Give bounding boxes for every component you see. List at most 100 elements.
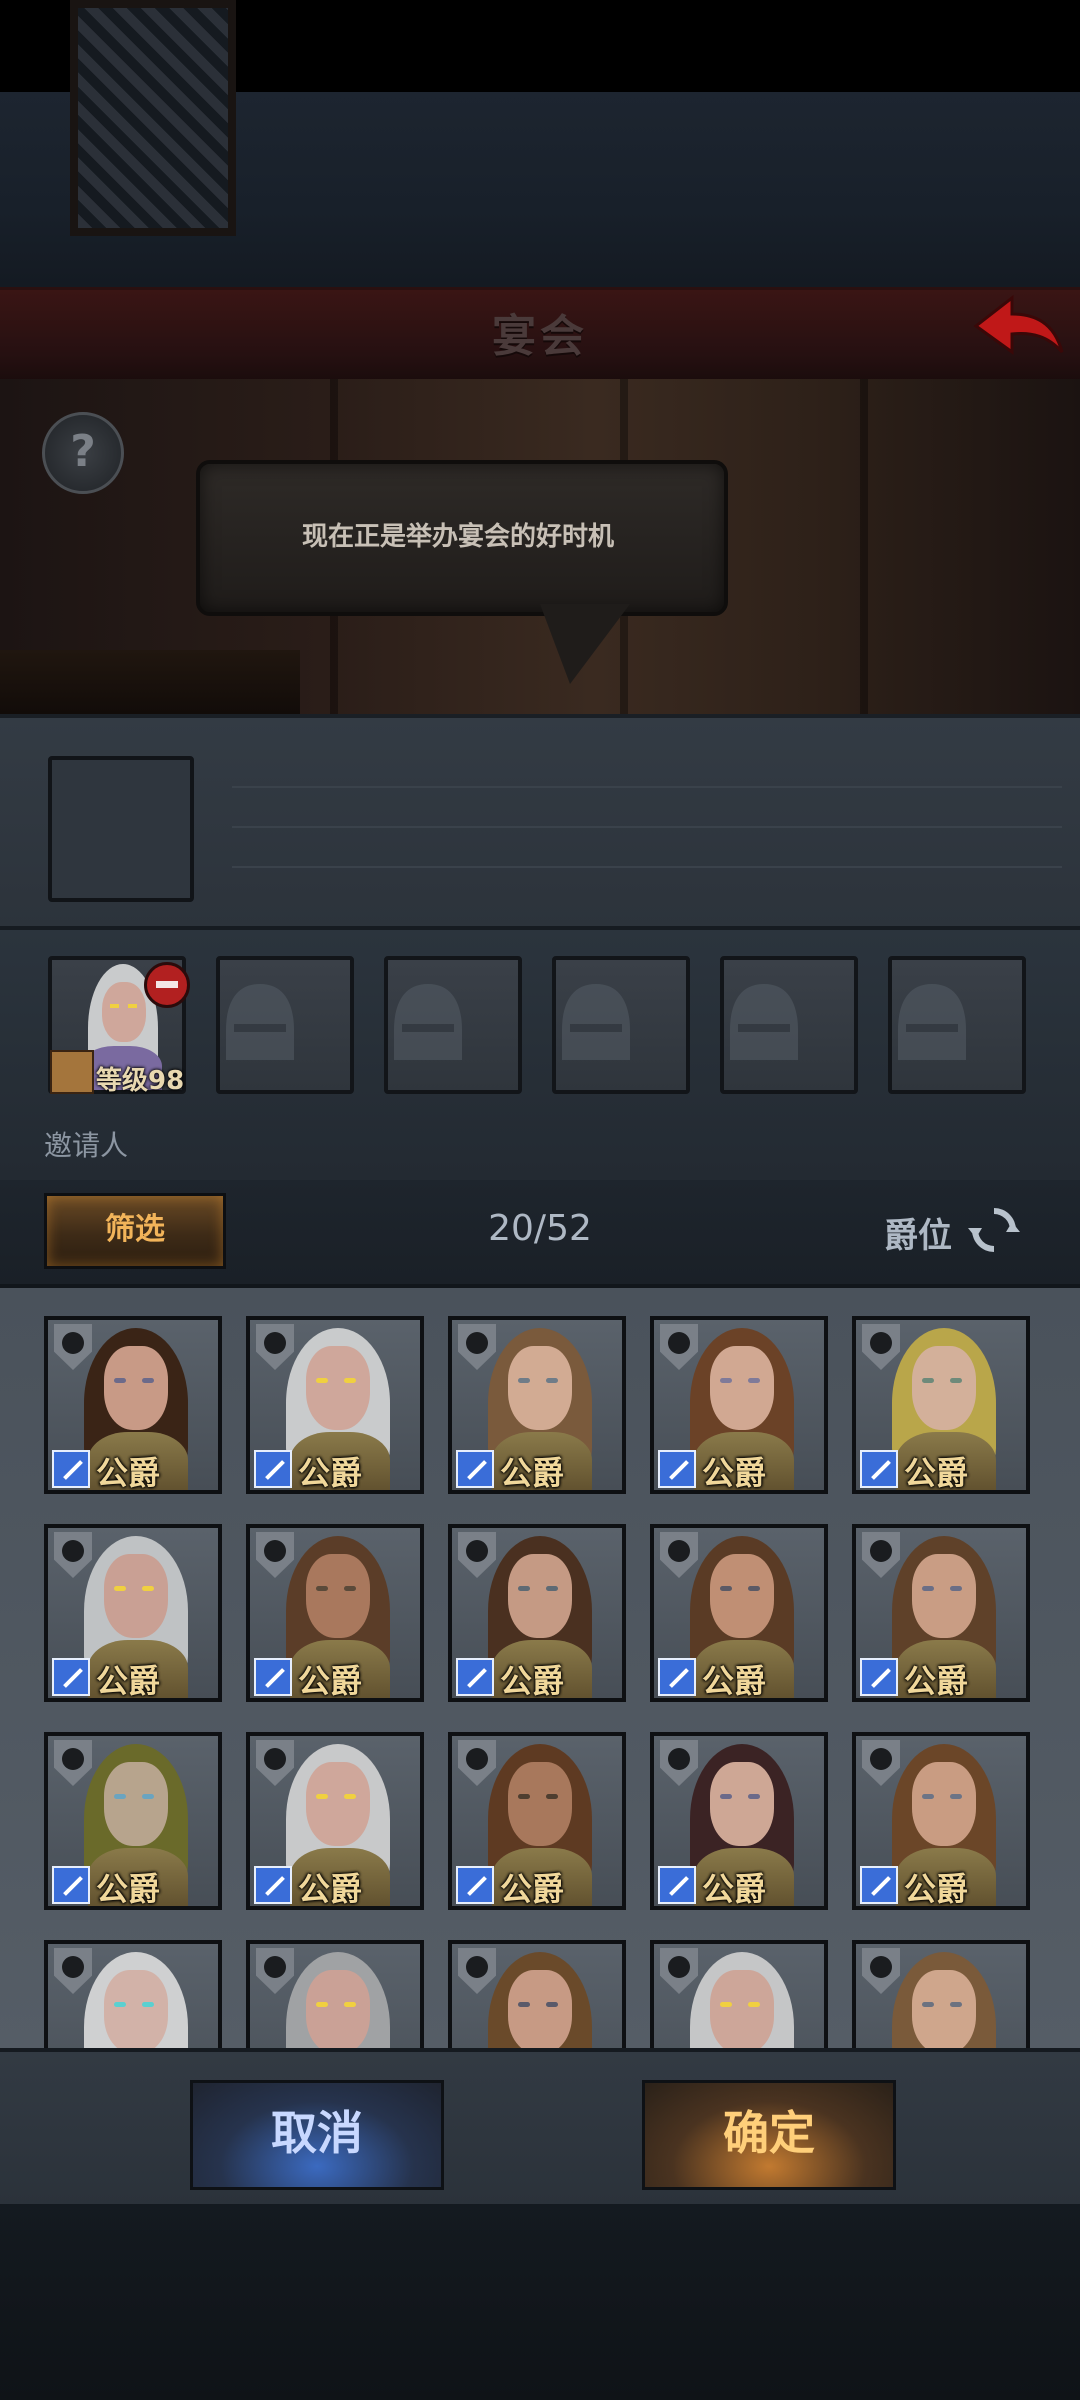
portrait-face <box>306 1554 370 1638</box>
portrait-eye <box>748 1378 760 1383</box>
character-card[interactable]: 公爵 <box>650 1732 828 1910</box>
portrait-eye <box>518 1586 530 1591</box>
portrait-face <box>710 1554 774 1638</box>
portrait-eye <box>546 1586 558 1591</box>
portrait-eye <box>518 1794 530 1799</box>
sword-icon <box>658 1866 696 1904</box>
footer-background <box>0 2204 1080 2400</box>
sun-crest-icon <box>54 1532 92 1578</box>
character-card[interactable]: 公爵 <box>448 1316 626 1494</box>
sun-crest-icon <box>54 1324 92 1370</box>
sword-icon <box>456 1658 494 1696</box>
sword-icon <box>456 1866 494 1904</box>
character-card[interactable] <box>852 1940 1030 2048</box>
portrait-eye <box>344 2002 356 2007</box>
banquet-item-slot[interactable] <box>48 756 194 902</box>
sword-icon <box>52 1658 90 1696</box>
filter-button[interactable]: 筛选 <box>44 1193 226 1269</box>
character-card[interactable] <box>44 1940 222 2048</box>
character-card[interactable]: 公爵 <box>448 1524 626 1702</box>
portrait-eye <box>110 1004 119 1008</box>
portrait-face <box>710 1970 774 2048</box>
sword-icon <box>254 1866 292 1904</box>
sword-icon <box>52 1866 90 1904</box>
portrait-eye <box>344 1794 356 1799</box>
portrait-face <box>508 1346 572 1430</box>
sun-crest-icon <box>458 1948 496 1994</box>
portrait-eye <box>922 2002 934 2007</box>
cancel-button[interactable]: 取消 <box>190 2080 444 2190</box>
character-card[interactable] <box>650 1940 828 2048</box>
selection-count: 20/52 <box>488 1208 592 1249</box>
portrait-eye <box>720 1378 732 1383</box>
invitee-slot-empty[interactable] <box>216 956 354 1094</box>
portrait-eye <box>142 2002 154 2007</box>
knight-helmet-icon <box>394 984 462 1060</box>
portrait-eye <box>748 2002 760 2007</box>
speech-bubble-tail <box>540 604 630 684</box>
invitee-slot-empty[interactable] <box>888 956 1026 1094</box>
sword-icon <box>254 1658 292 1696</box>
portrait-eye <box>748 1586 760 1591</box>
character-grid: 公爵 公爵 公爵 公爵 公爵 公爵 公爵 公爵 公爵 公爵 公爵 公爵 公爵 公爵 公爵 <box>0 1288 1080 2048</box>
rank-label: 公爵 <box>500 1454 565 1492</box>
sort-by-rank-label[interactable]: 爵位 <box>884 1208 952 1257</box>
sun-crest-icon <box>458 1532 496 1578</box>
portrait-face <box>912 1346 976 1430</box>
character-card[interactable]: 公爵 <box>852 1524 1030 1702</box>
character-card[interactable]: 公爵 <box>852 1316 1030 1494</box>
sun-crest-icon <box>54 1948 92 1994</box>
portrait-face <box>508 1762 572 1846</box>
sword-icon <box>658 1658 696 1696</box>
rank-label: 公爵 <box>298 1662 363 1700</box>
sun-crest-icon <box>458 1740 496 1786</box>
portrait-eye <box>114 2002 126 2007</box>
back-arrow-icon <box>973 294 1064 355</box>
rank-label: 公爵 <box>298 1870 363 1908</box>
portrait-eye <box>950 1378 962 1383</box>
character-card[interactable] <box>246 1940 424 2048</box>
portrait-eye <box>748 1794 760 1799</box>
character-card[interactable]: 公爵 <box>650 1524 828 1702</box>
remove-icon[interactable] <box>144 962 190 1008</box>
confirm-button[interactable]: 确定 <box>642 2080 896 2190</box>
portrait-eye <box>344 1378 356 1383</box>
character-card[interactable]: 公爵 <box>448 1732 626 1910</box>
sun-crest-icon <box>862 1532 900 1578</box>
portrait-eye <box>142 1586 154 1591</box>
invitee-slot-empty[interactable] <box>720 956 858 1094</box>
character-card[interactable]: 公爵 <box>44 1316 222 1494</box>
invitee-slot-empty[interactable] <box>384 956 522 1094</box>
refresh-icon[interactable] <box>966 1202 1022 1258</box>
portrait-face <box>104 1346 168 1430</box>
character-card[interactable]: 公爵 <box>246 1524 424 1702</box>
rank-label: 公爵 <box>702 1454 767 1492</box>
sword-icon <box>254 1450 292 1488</box>
wall-plank <box>860 379 868 714</box>
rank-label: 公爵 <box>96 1662 161 1700</box>
help-button[interactable]: ? <box>42 412 124 494</box>
character-card[interactable]: 公爵 <box>246 1316 424 1494</box>
portrait-eye <box>546 2002 558 2007</box>
character-card[interactable]: 公爵 <box>44 1524 222 1702</box>
portrait-eye <box>114 1586 126 1591</box>
invitee-slot-empty[interactable] <box>552 956 690 1094</box>
character-card[interactable]: 公爵 <box>852 1732 1030 1910</box>
character-card[interactable]: 公爵 <box>650 1316 828 1494</box>
character-card[interactable] <box>448 1940 626 2048</box>
portrait-face <box>306 1970 370 2048</box>
character-card[interactable]: 公爵 <box>246 1732 424 1910</box>
character-card[interactable]: 公爵 <box>44 1732 222 1910</box>
back-button[interactable] <box>972 292 1066 362</box>
portrait-face <box>912 1554 976 1638</box>
sun-crest-icon <box>862 1740 900 1786</box>
portrait-eye <box>142 1378 154 1383</box>
portrait-eye <box>128 1004 137 1008</box>
portrait-face <box>508 1554 572 1638</box>
portrait-face <box>102 982 146 1042</box>
portrait-face <box>912 1970 976 2048</box>
portrait-eye <box>950 1586 962 1591</box>
help-icon: ? <box>70 426 96 477</box>
sun-crest-icon <box>256 1532 294 1578</box>
sword-icon <box>456 1450 494 1488</box>
